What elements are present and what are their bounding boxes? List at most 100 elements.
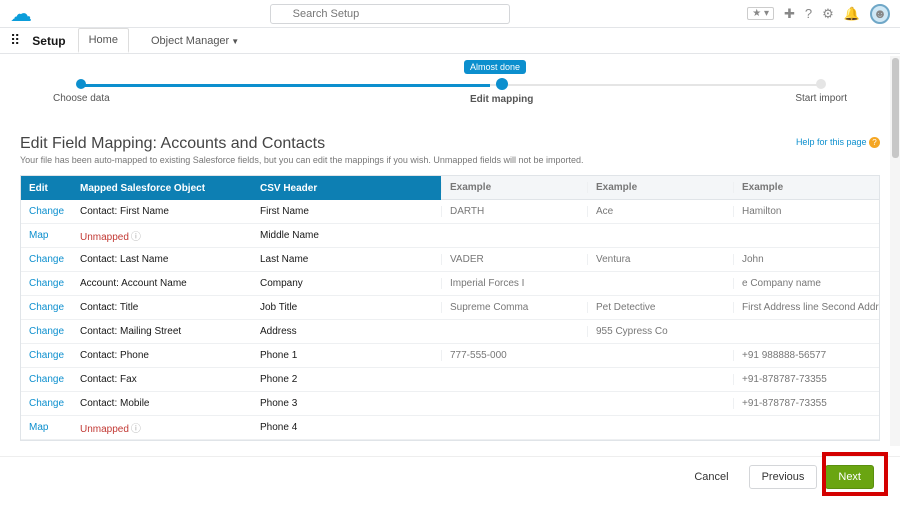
example-cell: +91-878787-73355 <box>733 374 879 385</box>
mapped-object: Contact: Phone <box>76 350 256 361</box>
example-cell: Supreme Comma <box>441 302 587 313</box>
tab-home[interactable]: Home <box>78 28 129 53</box>
table-row: ChangeContact: FaxPhone 2 <box>21 368 441 392</box>
search-input[interactable] <box>270 4 510 24</box>
example-cell: Hamilton <box>733 206 879 217</box>
help-for-page-link[interactable]: Help for this page ? <box>796 137 880 148</box>
example-cell: 777-555-000 <box>441 350 587 361</box>
change-link[interactable]: Change <box>21 326 76 337</box>
example-cell: Ventura <box>587 254 733 265</box>
table-row: ChangeContact: TitleJob Title <box>21 296 441 320</box>
csv-header: Phone 4 <box>256 422 441 433</box>
table-row: MapUnmappedⓘMiddle Name <box>21 224 441 248</box>
csv-header: Phone 2 <box>256 374 441 385</box>
mapped-object: Contact: First Name <box>76 206 256 217</box>
table-row: 777-555-000 +91 988888-56577 <box>441 344 879 368</box>
setup-label: Setup <box>32 34 65 48</box>
help-question-icon: ? <box>869 137 880 148</box>
mapped-object: Contact: Fax <box>76 374 256 385</box>
csv-header: First Name <box>256 206 441 217</box>
step-edit-mapping[interactable]: Edit mapping <box>470 79 533 105</box>
example-cell: +91-878787-73355 <box>733 398 879 409</box>
mapped-object: Contact: Title <box>76 302 256 313</box>
table-row: +91-878787-73355 <box>441 368 879 392</box>
page-title: Edit Field Mapping: Accounts and Contact… <box>20 135 880 153</box>
mapped-object: Unmappedⓘ <box>76 228 256 243</box>
mapped-object: Unmappedⓘ <box>76 420 256 435</box>
table-row: ChangeContact: First NameFirst Name <box>21 200 441 224</box>
example-cell: Imperial Forces I <box>441 278 587 289</box>
csv-header: Company <box>256 278 441 289</box>
footer: Cancel Previous Next <box>0 456 900 496</box>
top-utilities: ★ ▾ ✚ ? ⚙ 🔔 ☻ <box>747 4 890 24</box>
map-link[interactable]: Map <box>21 230 76 241</box>
app-launcher-icon[interactable]: ⠿ <box>10 32 20 49</box>
step-choose-data[interactable]: Choose data <box>53 79 110 104</box>
table-row: ChangeContact: MobilePhone 3 <box>21 392 441 416</box>
example-cell: DARTH <box>441 206 587 217</box>
csv-header: Middle Name <box>256 230 441 241</box>
example-cell: e Company name <box>733 278 879 289</box>
change-link[interactable]: Change <box>21 302 76 313</box>
example-cell: 955 Cypress Co <box>587 326 733 337</box>
step-start-import[interactable]: Start import <box>795 79 847 104</box>
table-row: DARTHAceHamilton <box>441 200 879 224</box>
table-row: ChangeContact: Last NameLast Name <box>21 248 441 272</box>
table-header-examples: Example Example Example <box>441 176 879 200</box>
info-icon: ⓘ <box>131 424 141 435</box>
change-link[interactable]: Change <box>21 206 76 217</box>
cancel-button[interactable]: Cancel <box>682 466 740 488</box>
change-link[interactable]: Change <box>21 374 76 385</box>
change-link[interactable]: Change <box>21 254 76 265</box>
change-link[interactable]: Change <box>21 278 76 289</box>
mapping-table: Edit Mapped Salesforce Object CSV Header… <box>20 175 880 441</box>
scrollbar[interactable] <box>890 56 900 446</box>
table-row: VADERVenturaJohn <box>441 248 879 272</box>
page-header: Edit Field Mapping: Accounts and Contact… <box>20 135 880 165</box>
csv-header: Address <box>256 326 441 337</box>
wizard-steps: Almost done Choose data Edit mapping Sta… <box>20 62 880 117</box>
table-row: Imperial Forces I e Company name <box>441 272 879 296</box>
avatar[interactable]: ☻ <box>870 4 890 24</box>
table-header-left: Edit Mapped Salesforce Object CSV Header <box>21 176 441 200</box>
mapped-object: Contact: Last Name <box>76 254 256 265</box>
csv-header: Phone 1 <box>256 350 441 361</box>
salesforce-logo-icon: ☁ <box>10 1 32 27</box>
csv-header: Phone 3 <box>256 398 441 409</box>
settings-gear-icon[interactable]: ⚙ <box>822 6 834 22</box>
table-row: ChangeContact: PhonePhone 1 <box>21 344 441 368</box>
change-link[interactable]: Change <box>21 350 76 361</box>
previous-button[interactable]: Previous <box>749 465 818 489</box>
example-cell: VADER <box>441 254 587 265</box>
search-container: ⌕ <box>40 4 739 24</box>
csv-header: Last Name <box>256 254 441 265</box>
favorites-dropdown[interactable]: ★ ▾ <box>747 7 774 20</box>
notifications-bell-icon[interactable]: 🔔 <box>844 6 860 22</box>
example-cell: First Address line Second Address line <box>733 302 879 313</box>
change-link[interactable]: Change <box>21 398 76 409</box>
example-cell: Ace <box>587 206 733 217</box>
page-subtitle: Your file has been auto-mapped to existi… <box>20 155 880 165</box>
tab-object-manager[interactable]: Object Manager▼ <box>141 30 249 52</box>
mapped-object: Account: Account Name <box>76 278 256 289</box>
table-row: ChangeAccount: Account NameCompany <box>21 272 441 296</box>
add-icon[interactable]: ✚ <box>784 6 795 22</box>
wizard-badge: Almost done <box>464 60 526 74</box>
table-row: 955 Cypress Co <box>441 320 879 344</box>
chevron-down-icon: ▼ <box>231 37 239 46</box>
help-icon[interactable]: ? <box>805 6 812 21</box>
table-row: Supreme CommaPet DetectiveFirst Address … <box>441 296 879 320</box>
table-row <box>441 224 879 248</box>
table-row: MapUnmappedⓘPhone 4 <box>21 416 441 440</box>
table-row: +91-878787-73355 <box>441 392 879 416</box>
mapped-object: Contact: Mailing Street <box>76 326 256 337</box>
example-cell: John <box>733 254 879 265</box>
navbar: ⠿ Setup Home Object Manager▼ <box>0 28 900 54</box>
example-cell: +91 988888-56577 <box>733 350 879 361</box>
table-row: ChangeContact: Mailing StreetAddress <box>21 320 441 344</box>
next-button[interactable]: Next <box>825 465 874 489</box>
topbar: ☁ ⌕ ★ ▾ ✚ ? ⚙ 🔔 ☻ <box>0 0 900 28</box>
map-link[interactable]: Map <box>21 422 76 433</box>
info-icon: ⓘ <box>131 232 141 243</box>
csv-header: Job Title <box>256 302 441 313</box>
